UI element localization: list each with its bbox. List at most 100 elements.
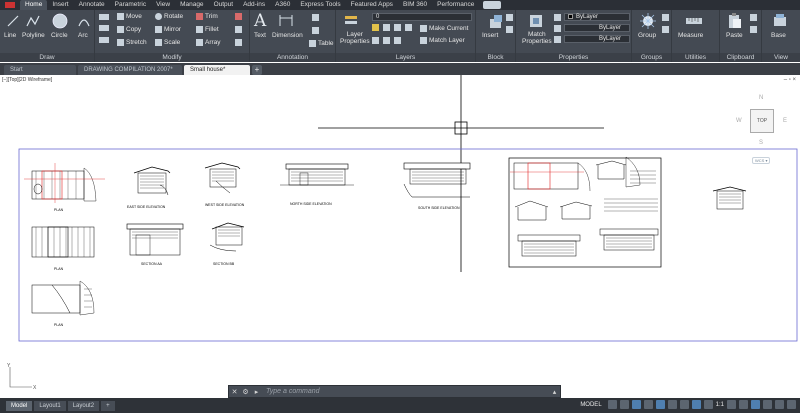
tab-annotate[interactable]: Annotate	[74, 0, 110, 10]
file-tab-small-house[interactable]: Small house*	[184, 65, 250, 75]
match-properties-button[interactable]: Match Properties	[522, 31, 552, 45]
new-tab-button[interactable]: +	[252, 65, 262, 75]
tab-featured-apps[interactable]: Featured Apps	[346, 0, 398, 10]
panel-block-title[interactable]: Block	[476, 53, 515, 62]
layer-properties-button[interactable]: Layer Properties	[340, 31, 370, 45]
panel-view-title[interactable]: View	[762, 53, 800, 62]
offset-icon[interactable]	[235, 39, 242, 46]
panel-utilities-title[interactable]: Utilities	[672, 53, 719, 62]
group-button[interactable]: Group	[638, 32, 656, 39]
model-space-toggle[interactable]: MODEL	[577, 402, 604, 408]
layout-tab-layout2[interactable]: Layout2	[67, 400, 100, 411]
polar-icon[interactable]	[643, 400, 653, 409]
scale-button[interactable]: Scale	[155, 39, 180, 46]
panel-groups-title[interactable]: Groups	[632, 53, 671, 62]
layer-previous-icon[interactable]	[383, 37, 390, 44]
workspace-gear-icon[interactable]	[727, 400, 736, 409]
osnap-icon[interactable]	[655, 400, 665, 409]
linetype-dropdown[interactable]: ByLayer	[564, 24, 630, 32]
copy-clip-icon[interactable]	[750, 26, 757, 33]
tab-output[interactable]: Output	[209, 0, 239, 10]
polyline-button[interactable]: Polyline	[22, 32, 45, 39]
tab-a360[interactable]: A360	[270, 0, 295, 10]
layer-dropdown[interactable]: 0	[372, 13, 472, 21]
layout-tab-layout1[interactable]: Layout1	[34, 400, 66, 411]
lineweight-dropdown[interactable]: ByLayer	[564, 35, 630, 43]
tab-add-ins[interactable]: Add-ins	[238, 0, 270, 10]
rotate-button[interactable]: Rotate	[155, 13, 183, 20]
tab-view[interactable]: View	[151, 0, 175, 10]
selection-cycling-icon[interactable]	[691, 400, 701, 409]
otrack-icon[interactable]	[667, 400, 677, 409]
tab-home[interactable]: Home	[20, 0, 48, 10]
dimension-button[interactable]: Dimension	[272, 32, 303, 39]
cut-icon[interactable]	[750, 14, 757, 21]
tab-performance[interactable]: Performance	[432, 0, 479, 10]
layer-lock-icon[interactable]	[405, 24, 412, 31]
tab-manage[interactable]: Manage	[175, 0, 209, 10]
annotation-visibility-icon[interactable]	[703, 400, 713, 409]
panel-modify-title[interactable]: Modify	[95, 53, 249, 62]
block-create-icon[interactable]	[506, 14, 513, 21]
tab-parametric[interactable]: Parametric	[110, 0, 151, 10]
plus-icon[interactable]	[739, 400, 748, 409]
fillet-button[interactable]: Fillet	[196, 26, 219, 33]
leader-icon[interactable]	[312, 27, 319, 34]
copy-button[interactable]: Copy	[117, 26, 141, 33]
chevron-up-icon[interactable]: ▴	[549, 388, 560, 396]
panel-draw-title[interactable]: Draw	[0, 53, 94, 62]
lineweight-toggle-icon[interactable]	[679, 400, 689, 409]
table-button[interactable]: Table	[309, 40, 334, 47]
close-icon[interactable]: ✕	[229, 388, 240, 396]
base-button[interactable]: Base	[771, 32, 786, 39]
panel-annotation-title[interactable]: Annotation	[250, 53, 335, 62]
measure-button[interactable]: Measure	[678, 32, 703, 39]
grid-icon[interactable]	[607, 400, 617, 409]
layer-walk-icon[interactable]	[372, 37, 379, 44]
text-button[interactable]: Text	[254, 32, 266, 39]
file-tab-start[interactable]: Start	[4, 65, 76, 75]
ungroup-icon[interactable]	[662, 14, 669, 21]
multileader-icon[interactable]	[312, 14, 319, 21]
ortho-icon[interactable]	[631, 400, 641, 409]
arc-button[interactable]: Arc	[78, 32, 88, 39]
layer-unisolate-icon[interactable]	[394, 37, 401, 44]
isolate-objects-icon[interactable]	[751, 400, 760, 409]
insert-button[interactable]: Insert	[482, 32, 498, 39]
move-button[interactable]: Move	[117, 13, 142, 20]
line-button[interactable]: Line	[4, 32, 16, 39]
make-current-button[interactable]: Make Current	[420, 25, 468, 32]
add-layout-button[interactable]: +	[101, 400, 115, 411]
clean-screen-icon[interactable]	[775, 400, 784, 409]
mirror-button[interactable]: Mirror	[155, 26, 181, 33]
file-tab-drawing-compilation[interactable]: DRAWING COMPILATION 2007*	[78, 65, 182, 75]
paste-button[interactable]: Paste	[726, 32, 743, 39]
erase-icon[interactable]	[235, 13, 242, 20]
tab-bim-360[interactable]: BIM 360	[398, 0, 432, 10]
match-layer-button[interactable]: Match Layer	[420, 37, 465, 44]
layer-freeze-icon[interactable]	[394, 24, 401, 31]
recent-commands-icon[interactable]: ▸	[251, 388, 262, 396]
block-edit-icon[interactable]	[506, 26, 513, 33]
panel-layers-title[interactable]: Layers	[336, 53, 475, 62]
layer-off-icon[interactable]	[372, 24, 379, 31]
tab-insert[interactable]: Insert	[47, 0, 73, 10]
snap-icon[interactable]	[619, 400, 629, 409]
customization-menu-icon[interactable]	[787, 400, 796, 409]
layout-tab-model[interactable]: Model	[6, 400, 33, 411]
circle-button[interactable]: Circle	[51, 32, 68, 39]
drawing-canvas[interactable]: [−][Top][2D Wireframe] – ▫ × N W E S TOP…	[0, 75, 800, 397]
annotation-scale[interactable]: 1:1	[716, 402, 724, 408]
customize-icon[interactable]: ⚙	[240, 388, 251, 396]
trim-button[interactable]: Trim	[196, 13, 218, 20]
tab-express-tools[interactable]: Express Tools	[295, 0, 345, 10]
layer-isolate-icon[interactable]	[383, 24, 390, 31]
ribbon-toggle-icon[interactable]	[483, 1, 502, 9]
group-edit-icon[interactable]	[662, 26, 669, 33]
explode-icon[interactable]	[235, 26, 242, 33]
app-menu-button[interactable]	[0, 0, 20, 10]
stretch-button[interactable]: Stretch	[117, 39, 147, 46]
array-button[interactable]: Array	[196, 39, 221, 46]
hardware-accel-icon[interactable]	[763, 400, 772, 409]
panel-clipboard-title[interactable]: Clipboard	[720, 53, 761, 62]
